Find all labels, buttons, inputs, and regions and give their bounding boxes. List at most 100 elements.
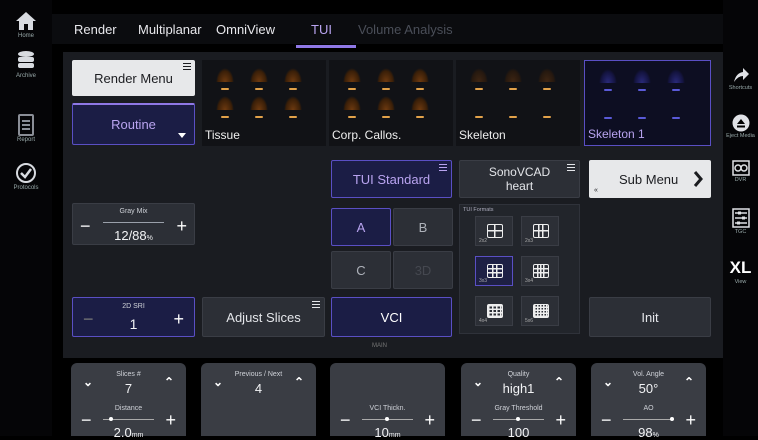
preset-thumb-tissue[interactable]: Tissue (202, 60, 326, 146)
preset-label: Skeleton 1 (588, 127, 645, 141)
tab-bar: Render Multiplanar OmniView TUI Volume A… (52, 14, 723, 48)
menu-icon (312, 301, 320, 308)
increase-icon[interactable]: + (176, 217, 187, 235)
menu-icon (183, 63, 191, 70)
vci-thickness-knob[interactable]: VCI Thickn. − + 10mm (330, 363, 445, 440)
gray-mix-control[interactable]: Gray Mix − 12/88% + (72, 203, 195, 245)
preset-thumb-corp-callos[interactable]: Corp. Callos. (329, 60, 453, 146)
protocols-button[interactable]: Protocols (4, 162, 48, 191)
chevron-up-icon[interactable]: ⌃ (554, 375, 564, 389)
distance-value: 2.0 (113, 425, 132, 440)
tab-multiplanar[interactable]: Multiplanar (138, 22, 202, 37)
view-b-button[interactable]: B (393, 208, 453, 246)
preset-thumb-skeleton-1[interactable]: Skeleton 1 (584, 60, 711, 146)
tab-omniview[interactable]: OmniView (216, 22, 275, 37)
format-label: 3x3 (479, 278, 488, 284)
report-label: Report (16, 137, 35, 143)
view-c-label: C (356, 262, 366, 278)
eject-label: Eject Media (726, 133, 755, 139)
tgc-icon (731, 208, 750, 228)
right-sidebar: Shortcuts Eject Media DVR TGC XL View (723, 0, 758, 436)
sri-control[interactable]: 2D SRI − 1 + (72, 297, 195, 337)
home-button[interactable]: Home (4, 10, 48, 39)
dvr-label: DVR (734, 177, 747, 183)
gray-mix-value: 12/88 (114, 228, 147, 243)
eject-icon (732, 114, 749, 132)
routine-label: Routine (111, 117, 156, 132)
view-a-button[interactable]: A (331, 208, 391, 246)
archive-button[interactable]: Archive (4, 50, 48, 79)
preset-thumb-skeleton[interactable]: Skeleton (456, 60, 580, 146)
vol-angle-knob[interactable]: ⌄ Vol. Angle 50° ⌃ AO − + 98% (591, 363, 706, 440)
tgc-label: TGC (734, 229, 747, 235)
tab-render[interactable]: Render (74, 22, 117, 37)
sub-menu-button[interactable]: Sub Menu « (589, 160, 711, 198)
keyboard-hint-icon: « (594, 187, 598, 194)
format-4x4-button[interactable]: 4x4 (475, 296, 513, 326)
protocols-label: Protocols (13, 185, 39, 191)
format-3x3-button[interactable]: 3x3 (475, 256, 513, 286)
report-button[interactable]: Report (4, 114, 48, 143)
chevron-right-icon (693, 171, 703, 187)
view-b-label: B (418, 219, 428, 235)
view-button[interactable]: XL View (723, 258, 758, 285)
tab-volume-analysis[interactable]: Volume Analysis (358, 22, 453, 37)
shortcuts-button[interactable]: Shortcuts (723, 66, 758, 91)
eject-media-button[interactable]: Eject Media (723, 114, 758, 139)
chevron-up-icon[interactable]: ⌃ (294, 375, 304, 389)
sonovcad-label: SonoVCAD (488, 165, 551, 179)
sub-menu-label: Sub Menu (619, 171, 679, 187)
format-label: 2x2 (479, 238, 488, 244)
vci-thickness-value: 10 (374, 425, 389, 440)
quality-knob[interactable]: ⌄ Quality high1 ⌃ Gray Threshold − + 100 (461, 363, 576, 440)
init-label: Init (641, 309, 659, 325)
preset-label: Corp. Callos. (332, 128, 402, 142)
previous-next-knob[interactable]: ⌄ Previous / Next 4 ⌃ (201, 363, 316, 436)
document-icon (18, 114, 34, 136)
vci-label: VCI (380, 309, 403, 325)
render-menu-label: Render Menu (94, 70, 173, 86)
view-size-value: XL (729, 258, 752, 277)
gray-threshold-value: 100 (507, 425, 530, 440)
format-5x6-button[interactable]: 5x6 (521, 296, 559, 326)
increase-icon[interactable]: + (173, 310, 184, 328)
slices-knob[interactable]: ⌄ Slices # 7 ⌃ Distance − + 2.0mm (71, 363, 186, 440)
chevron-up-icon[interactable]: ⌃ (164, 375, 174, 389)
database-icon (18, 51, 34, 68)
init-button[interactable]: Init (589, 297, 711, 337)
view-a-label: A (356, 219, 366, 235)
tab-tui[interactable]: TUI (311, 22, 332, 37)
view-3d-button[interactable]: 3D (393, 251, 453, 289)
format-label: 3x4 (525, 278, 534, 284)
page-indicator: MAIN (372, 343, 387, 349)
format-2x2-button[interactable]: 2x2 (475, 216, 513, 246)
format-3x4-button[interactable]: 3x4 (521, 256, 559, 286)
format-label: 4x4 (479, 318, 488, 324)
dvr-icon (731, 160, 750, 176)
gray-mix-unit: % (146, 235, 153, 242)
menu-icon (567, 164, 575, 171)
sonovcad-button[interactable]: SonoVCAD heart (459, 160, 580, 198)
home-label: Home (17, 33, 34, 39)
tui-standard-button[interactable]: TUI Standard (331, 160, 452, 198)
chevron-up-icon[interactable]: ⌃ (684, 375, 694, 389)
shortcuts-label: Shortcuts (728, 85, 753, 91)
share-arrow-icon (733, 68, 749, 82)
adjust-slices-button[interactable]: Adjust Slices (202, 297, 325, 337)
tui-standard-label: TUI Standard (352, 171, 431, 187)
menu-icon (439, 164, 447, 171)
format-2x3-button[interactable]: 2x3 (521, 216, 559, 246)
routine-dropdown[interactable]: Routine (72, 103, 195, 145)
tgc-button[interactable]: TGC (723, 208, 758, 235)
view-c-button[interactable]: C (331, 251, 391, 289)
preset-label: Skeleton (459, 128, 506, 142)
dvr-button[interactable]: DVR (723, 160, 758, 183)
render-menu-button[interactable]: Render Menu (72, 60, 195, 96)
gray-mix-title: Gray Mix (119, 208, 148, 215)
archive-label: Archive (15, 73, 36, 79)
dropdown-arrow-icon (178, 133, 186, 138)
active-tab-indicator (296, 45, 356, 48)
check-circle-icon (16, 163, 36, 183)
ao-value: 98 (638, 425, 653, 440)
vci-button[interactable]: VCI (331, 297, 452, 337)
